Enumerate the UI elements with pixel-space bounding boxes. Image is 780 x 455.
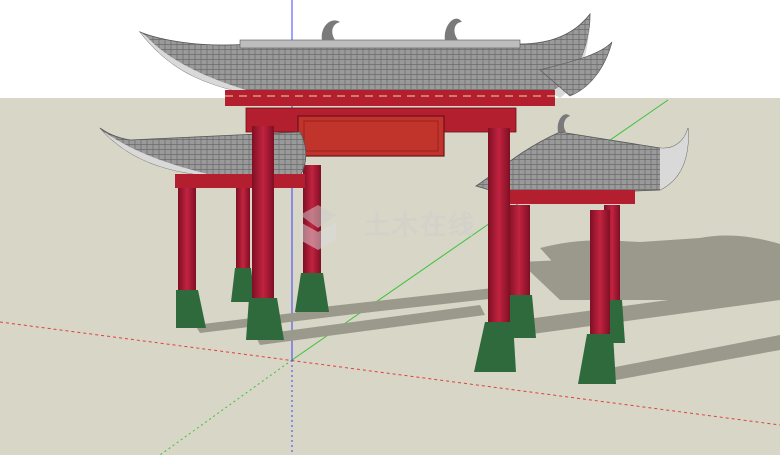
sketchup-viewport[interactable]: 土木在线 — [0, 0, 780, 455]
name-plaque — [297, 115, 445, 157]
3d-scene[interactable] — [0, 0, 780, 455]
